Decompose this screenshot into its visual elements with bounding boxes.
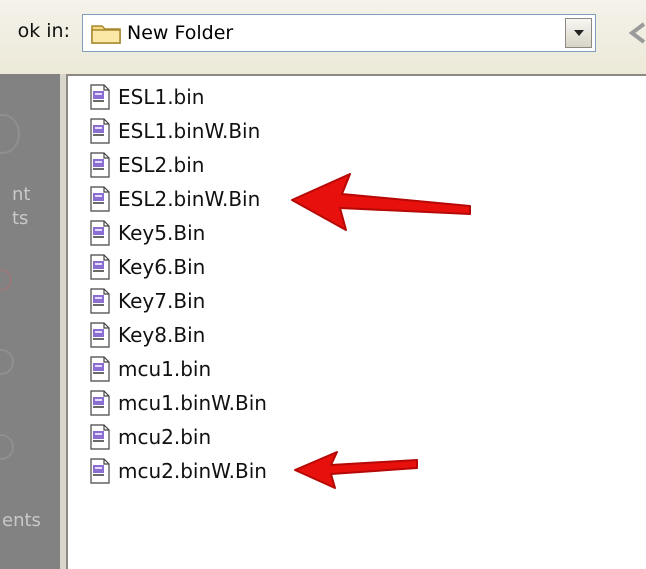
file-item[interactable]: Key8.Bin [88,320,205,350]
bin-file-icon [90,220,110,246]
back-icon[interactable] [628,22,646,48]
places-icon[interactable] [0,349,14,375]
file-item-highlighted[interactable]: mcu2.binW.Bin [88,456,267,486]
file-name: ESL2.bin [118,153,205,177]
look-in-label: ok in: [17,20,70,42]
file-item[interactable]: ESL2.bin [88,150,204,180]
bin-file-icon [90,186,110,212]
look-in-dropdown[interactable]: New Folder [82,14,596,52]
places-bar: nt ts ents [0,74,60,569]
bin-file-icon [90,118,110,144]
places-icon[interactable] [0,434,14,460]
red-arrow-icon [291,173,471,231]
places-icon[interactable] [0,269,12,291]
bin-file-icon [90,288,110,314]
file-name: Key7.Bin [118,289,206,313]
bin-file-icon [90,322,110,348]
file-name: mcu2.bin [118,425,212,449]
file-item-highlighted[interactable]: ESL2.binW.Bin [88,184,260,214]
file-name: mcu2.binW.Bin [118,459,267,483]
look-in-toolbar: ok in: New Folder [0,0,646,74]
bin-file-icon [90,458,110,484]
chevron-down-icon[interactable] [565,18,592,48]
file-item[interactable]: Key7.Bin [88,286,205,316]
file-item[interactable]: ESL1.bin [88,82,204,112]
bin-file-icon [90,152,110,178]
folder-icon [91,22,121,48]
file-name: ESL1.binW.Bin [118,119,261,143]
bin-file-icon [90,254,110,280]
file-name: mcu1.bin [118,357,212,381]
file-item[interactable]: mcu1.binW.Bin [88,388,267,418]
file-item[interactable]: mcu1.bin [88,354,211,384]
places-label[interactable]: nt [12,184,30,205]
places-label[interactable]: ents [2,510,41,531]
file-item[interactable]: mcu2.bin [88,422,211,452]
file-item[interactable]: Key5.Bin [88,218,205,248]
file-name: Key5.Bin [118,221,206,245]
bin-file-icon [90,424,110,450]
file-item[interactable]: Key6.Bin [88,252,205,282]
places-icon[interactable] [0,114,20,154]
file-name: ESL2.binW.Bin [118,187,261,211]
file-item[interactable]: ESL1.binW.Bin [88,116,260,146]
file-name: mcu1.binW.Bin [118,391,267,415]
bin-file-icon [90,356,110,382]
bin-file-icon [90,390,110,416]
places-label[interactable]: ts [12,208,28,229]
file-name: Key8.Bin [118,323,206,347]
bin-file-icon [90,84,110,110]
file-name: ESL1.bin [118,85,205,109]
file-name: Key6.Bin [118,255,206,279]
file-list[interactable]: ESL1.bin ESL1.binW.Bin ESL2.bin ESL2.bin… [66,74,646,569]
red-arrow-icon [294,451,418,489]
look-in-value: New Folder [127,22,234,44]
